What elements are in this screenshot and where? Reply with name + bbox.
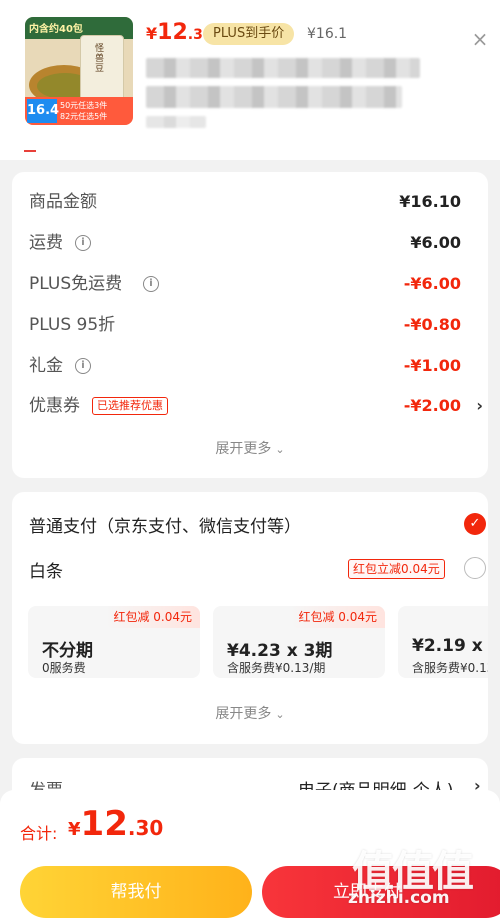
installment-option-none[interactable]: 红包减 0.04元 不分期 0服务费 bbox=[28, 606, 200, 678]
header-divider bbox=[12, 140, 488, 160]
thumb-promo: 50元任选3件 82元任选5件 bbox=[60, 101, 108, 121]
installment-option-3[interactable]: 红包减 0.04元 ¥4.23 x 3期 含服务费¥0.13/期 bbox=[213, 606, 385, 678]
chevron-down-icon: ⌄ bbox=[275, 708, 285, 721]
expand-more-payments[interactable]: 展开更多 ⌄ bbox=[12, 703, 488, 723]
coupon-recommended-tag: 已选推荐优惠 bbox=[92, 397, 168, 415]
original-price: ¥16.1 bbox=[307, 26, 348, 42]
total-amount: ¥12.30 bbox=[68, 804, 164, 844]
current-price: ¥12.3 bbox=[146, 20, 203, 45]
info-icon[interactable]: i bbox=[75, 235, 91, 251]
watermark-text: zhizhi.com bbox=[348, 888, 450, 908]
watermark: 值值值 zhizhi.com bbox=[348, 838, 494, 918]
payment-method-card: 普通支付（京东支付、微信支付等） ✓ 白条 红包立减0.04元 红包减 0.04… bbox=[12, 492, 488, 744]
product-thumbnail[interactable]: 内含约40包 怪兽豆 16.4 50元任选3件 82元任选5件 bbox=[25, 17, 133, 125]
installment-option-6[interactable]: 红 ¥2.19 x 6 含服务费¥0.13 bbox=[398, 606, 488, 678]
scroll-indicator bbox=[24, 150, 36, 152]
thumb-price-tag: 16.4 50元任选3件 82元任选5件 bbox=[25, 97, 133, 125]
help-me-pay-button[interactable]: 帮我付 bbox=[20, 866, 252, 918]
info-icon[interactable]: i bbox=[75, 358, 91, 374]
cost-row-plus-free-shipping: PLUS免运费 i -¥6.00 bbox=[29, 274, 461, 294]
thumb-price: 16.4 bbox=[27, 99, 59, 123]
close-icon[interactable]: × bbox=[468, 27, 492, 51]
cost-row-coupon[interactable]: 优惠券 已选推荐优惠 -¥2.00 › bbox=[29, 394, 483, 418]
plus-price-badge: PLUS到手价 bbox=[203, 23, 295, 45]
blurred-product-title bbox=[146, 58, 420, 78]
cost-row-gift-money: 礼金 i -¥1.00 bbox=[29, 356, 461, 376]
cost-breakdown-card: 商品金额 ¥16.10 运费 i ¥6.00 PLUS免运费 i -¥6.00 … bbox=[12, 172, 488, 478]
baitiao-radio[interactable] bbox=[464, 557, 486, 579]
payment-normal-label[interactable]: 普通支付（京东支付、微信支付等） bbox=[29, 512, 301, 537]
payment-baitiao-label[interactable]: 白条 bbox=[29, 557, 63, 582]
cost-row-goods: 商品金额 ¥16.10 bbox=[29, 192, 461, 212]
cost-row-plus-discount: PLUS 95折 -¥0.80 bbox=[29, 315, 461, 335]
expand-more-costs[interactable]: 展开更多 ⌄ bbox=[12, 438, 488, 458]
blurred-product-spec bbox=[146, 86, 402, 108]
chevron-down-icon: ⌄ bbox=[275, 443, 285, 456]
product-header: 内含约40包 怪兽豆 16.4 50元任选3件 82元任选5件 ¥12.3 PL… bbox=[0, 0, 500, 160]
selected-check-icon[interactable]: ✓ bbox=[464, 513, 486, 535]
total-label: 合计: bbox=[20, 824, 58, 843]
cost-row-shipping: 运费 i ¥6.00 bbox=[29, 233, 461, 253]
redpack-discount-tag: 红包立减0.04元 bbox=[348, 559, 445, 579]
info-icon[interactable]: i bbox=[143, 276, 159, 292]
chevron-right-icon[interactable]: › bbox=[476, 394, 483, 418]
thumb-bag-image: 怪兽豆 bbox=[80, 35, 124, 105]
